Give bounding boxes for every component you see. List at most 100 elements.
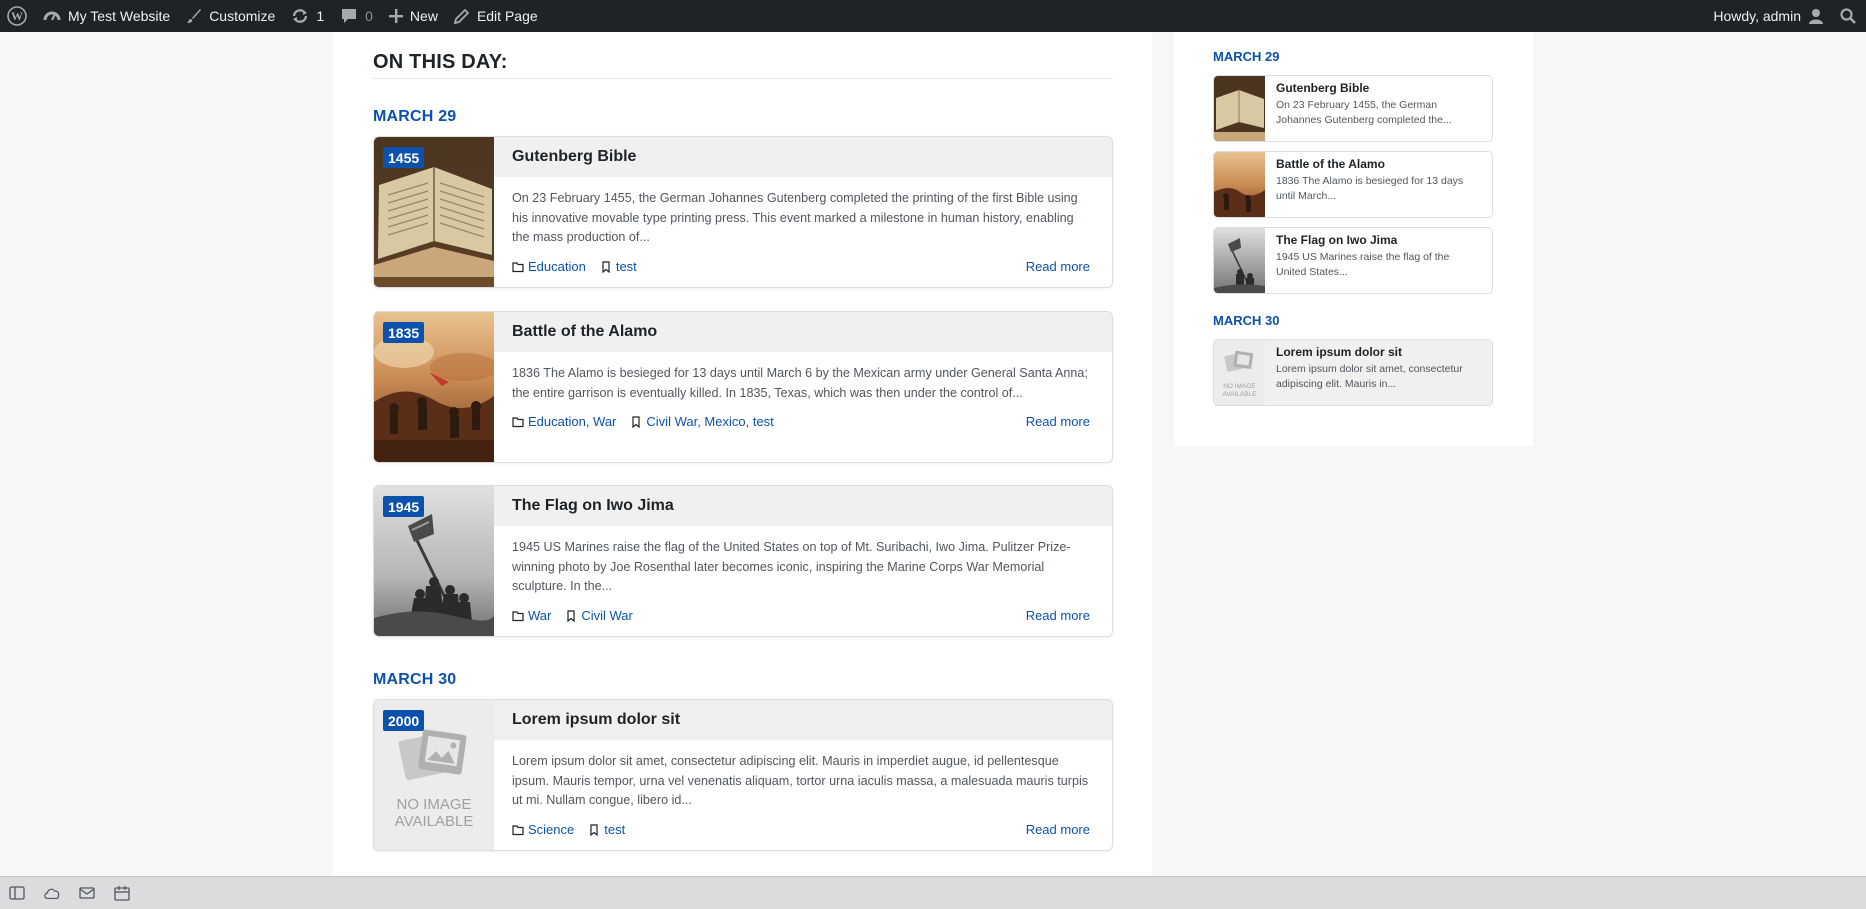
mail-icon[interactable] (78, 884, 96, 902)
my-account-menu[interactable]: Howdy, admin (1705, 0, 1832, 32)
sidebar-event-excerpt: 1945 US Marines raise the flag of the Un… (1276, 251, 1450, 278)
sidebar-thumbnail (1214, 228, 1265, 293)
comments-link[interactable]: 0 (332, 0, 381, 32)
folder-icon (512, 416, 524, 428)
comment-icon (340, 8, 358, 24)
event-thumbnail[interactable]: 1835 (374, 312, 494, 462)
event-card: 1835 Battle of the Alamo 1836 The Alamo … (373, 311, 1113, 463)
event-card: 1455 Gutenberg Bible On 23 February 1455… (373, 136, 1113, 288)
event-meta: Education test Read more (512, 259, 1090, 274)
sidebar-event-excerpt: On 23 February 1455, the German Johannes… (1276, 99, 1452, 126)
comments-count: 0 (365, 8, 373, 24)
sidebar-toggle-icon[interactable] (8, 884, 26, 902)
paintbrush-icon (186, 8, 202, 24)
folder-icon (512, 610, 524, 622)
sidebar-event-title: Lorem ipsum dolor sit (1276, 345, 1403, 359)
category-link[interactable]: Education, War (528, 414, 616, 429)
updates-link[interactable]: 1 (283, 0, 332, 32)
event-meta: Science test Read more (512, 822, 1090, 837)
placeholder-text: AVAILABLE (394, 813, 474, 830)
placeholder-text: AVAILABLE (1222, 391, 1257, 398)
event-excerpt: On 23 February 1455, the German Johannes… (512, 191, 1078, 244)
event-excerpt: 1836 The Alamo is besieged for 13 days u… (512, 366, 1088, 400)
no-image-placeholder: NO IMAGE AVAILABLE (374, 796, 494, 830)
sidebar-widget: MARCH 29 Gutenberg Bible On 23 February … (1174, 32, 1533, 446)
tag-link[interactable]: Civil War (581, 608, 633, 623)
search-button[interactable] (1832, 0, 1866, 32)
year-badge: 1455 (383, 147, 425, 168)
event-card: 1945 The Flag on Iwo Jima 1945 US Marine… (373, 485, 1113, 637)
customize-link[interactable]: Customize (178, 0, 283, 32)
date-heading: MARCH 30 (373, 671, 457, 688)
site-name: My Test Website (68, 8, 171, 24)
svg-text:W: W (11, 9, 23, 23)
customize-label: Customize (209, 8, 276, 24)
sidebar-event-title: Gutenberg Bible (1276, 81, 1370, 95)
wordpress-logo-icon: W (7, 6, 27, 26)
sidebar-event-item[interactable]: Gutenberg Bible On 23 February 1455, the… (1213, 75, 1493, 142)
new-content-menu[interactable]: New (381, 0, 446, 32)
wordpress-menu[interactable]: W (0, 0, 35, 32)
bottom-taskbar (0, 876, 1866, 909)
sidebar-date-heading: MARCH 30 (1213, 313, 1280, 328)
sidebar-date-heading: MARCH 29 (1213, 49, 1280, 64)
category-link[interactable]: Science (528, 822, 574, 837)
new-label: New (409, 8, 438, 24)
category-link[interactable]: Education (528, 259, 586, 274)
event-thumbnail[interactable]: 1455 (374, 137, 494, 287)
bookmark-icon (565, 609, 577, 622)
read-more-link[interactable]: Read more (1026, 259, 1090, 274)
calendar-icon[interactable] (113, 884, 131, 902)
read-more-link[interactable]: Read more (1026, 414, 1090, 429)
plus-icon (388, 9, 403, 23)
event-card: 2000 NO IMAGE AVAILABLE Lorem ipsum dolo… (373, 699, 1113, 851)
read-more-link[interactable]: Read more (1026, 822, 1090, 837)
year-badge: 1945 (383, 496, 425, 517)
tag-link[interactable]: Civil War, Mexico, test (646, 414, 773, 429)
admin-bar: W My Test Website Customize 1 0 New Edit… (0, 0, 1866, 32)
sidebar-event-item[interactable]: NO IMAGE AVAILABLE Lorem ipsum dolor sit… (1213, 339, 1493, 406)
event-title[interactable]: Gutenberg Bible (494, 137, 1112, 177)
bookmark-icon (630, 415, 642, 428)
event-meta: War Civil War Read more (512, 608, 1090, 623)
event-meta: Education, War Civil War, Mexico, test R… (512, 414, 1090, 429)
event-title[interactable]: The Flag on Iwo Jima (494, 486, 1112, 526)
bookmark-icon (588, 823, 600, 836)
placeholder-text: NO IMAGE (1223, 383, 1256, 390)
year-badge: 1835 (383, 322, 425, 343)
sidebar-event-item[interactable]: Battle of the Alamo 1836 The Alamo is be… (1213, 151, 1493, 218)
sidebar-event-item[interactable]: The Flag on Iwo Jima 1945 US Marines rai… (1213, 227, 1493, 294)
site-name-menu[interactable]: My Test Website (35, 0, 178, 32)
date-heading: MARCH 29 (373, 108, 457, 125)
sidebar-event-title: Battle of the Alamo (1276, 157, 1385, 171)
edit-page-label: Edit Page (476, 8, 538, 24)
dashboard-icon (43, 8, 61, 24)
cloud-icon[interactable] (43, 884, 61, 902)
edit-page-link[interactable]: Edit Page (446, 0, 546, 32)
event-title[interactable]: Lorem ipsum dolor sit (494, 700, 1112, 740)
year-badge: 2000 (383, 710, 425, 731)
pencil-icon (453, 8, 470, 24)
tag-link[interactable]: test (604, 822, 625, 837)
updates-count: 1 (316, 8, 325, 24)
placeholder-text: NO IMAGE (396, 796, 472, 813)
sidebar-event-excerpt: 1836 The Alamo is besieged for 13 days u… (1276, 175, 1464, 202)
update-icon (291, 7, 309, 25)
section-title: ON THIS DAY: (373, 51, 1113, 79)
folder-icon (512, 261, 524, 273)
tag-link[interactable]: test (616, 259, 637, 274)
event-excerpt: Lorem ipsum dolor sit amet, consectetur … (512, 754, 1089, 807)
read-more-link[interactable]: Read more (1026, 608, 1090, 623)
event-excerpt: 1945 US Marines raise the flag of the Un… (512, 540, 1071, 593)
event-thumbnail[interactable]: 1945 (374, 486, 494, 636)
sidebar-thumbnail (1214, 76, 1265, 141)
category-link[interactable]: War (528, 608, 551, 623)
sidebar-event-excerpt: Lorem ipsum dolor sit amet, consectetur … (1276, 363, 1463, 390)
sidebar-thumbnail: NO IMAGE AVAILABLE (1214, 340, 1265, 405)
event-thumbnail[interactable]: 2000 NO IMAGE AVAILABLE (374, 700, 494, 850)
event-title[interactable]: Battle of the Alamo (494, 312, 1112, 352)
no-image-placeholder: NO IMAGE AVAILABLE (1214, 383, 1265, 399)
sidebar-thumbnail (1214, 152, 1265, 217)
folder-icon (512, 824, 524, 836)
sidebar-event-title: The Flag on Iwo Jima (1276, 233, 1398, 247)
